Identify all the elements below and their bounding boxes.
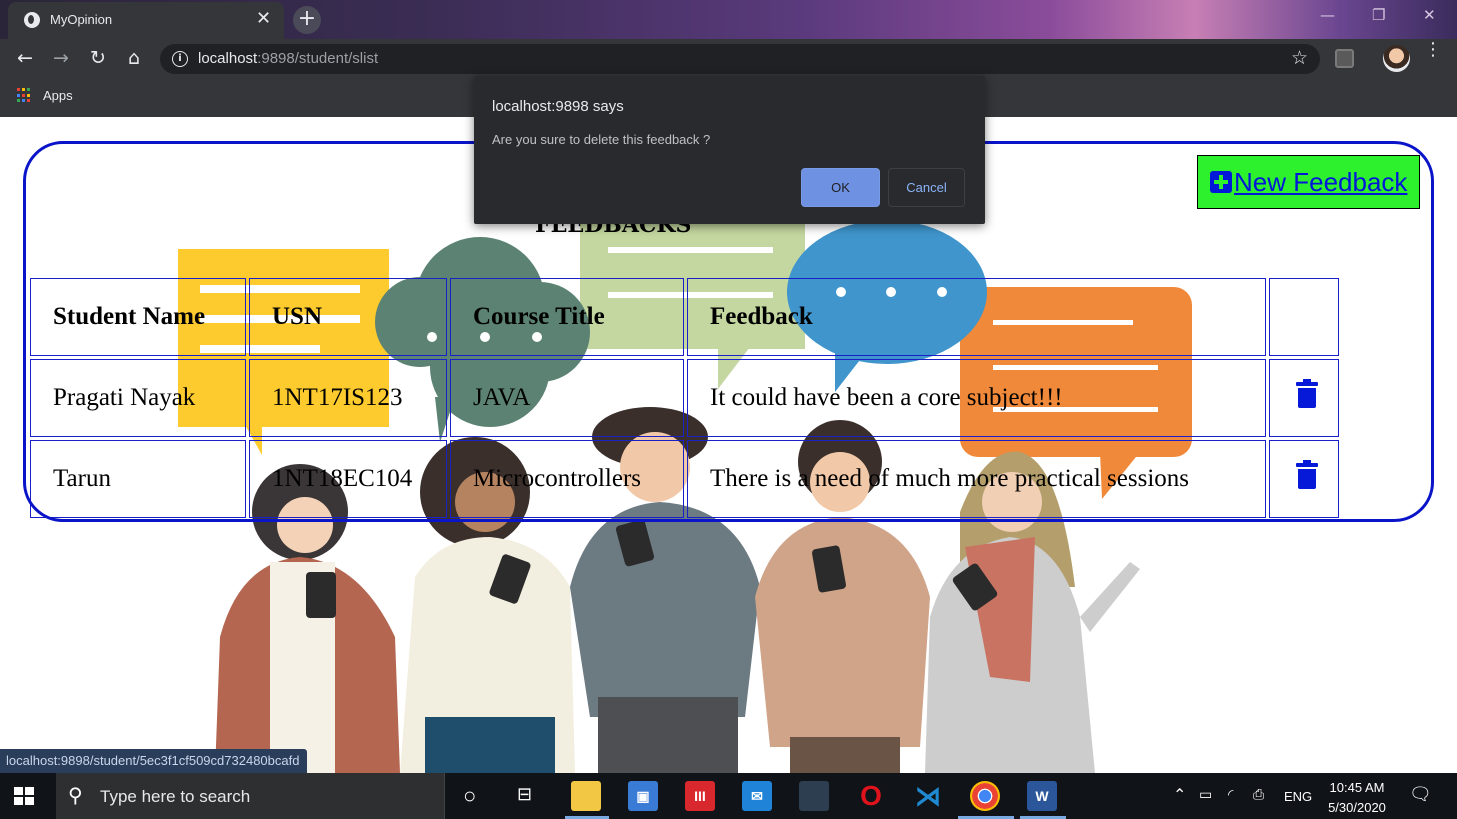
bookmark-star-icon[interactable]: ☆ bbox=[1291, 47, 1308, 69]
printer-icon[interactable]: ⎙ bbox=[1253, 786, 1264, 803]
column-header-student-name: Student Name bbox=[30, 278, 246, 356]
browser-toolbar: ← → ↻ ⌂ i localhost:9898/student/slist ☆… bbox=[0, 39, 1457, 79]
mail-icon[interactable]: ✉ bbox=[742, 781, 772, 811]
dialog-ok-button[interactable]: OK bbox=[801, 168, 880, 207]
file-explorer-icon[interactable] bbox=[571, 781, 601, 811]
cell-feedback: There is a need of much more practical s… bbox=[687, 440, 1266, 518]
forward-icon[interactable]: → bbox=[49, 47, 73, 69]
store-icon[interactable]: ▣ bbox=[628, 781, 658, 811]
app-red-icon[interactable]: III bbox=[685, 781, 715, 811]
cell-student-name: Tarun bbox=[30, 440, 246, 518]
address-bar[interactable]: i localhost:9898/student/slist ☆ bbox=[160, 44, 1320, 74]
apps-grid-icon[interactable] bbox=[17, 88, 32, 103]
table-row: Tarun 1NT18EC104 Microcontrollers There … bbox=[30, 440, 1339, 518]
restore-icon[interactable]: ❐ bbox=[1372, 6, 1385, 24]
window-close-icon[interactable]: ✕ bbox=[1423, 6, 1436, 24]
url-path: :9898/student/slist bbox=[257, 50, 379, 67]
new-feedback-button[interactable]: New Feedback bbox=[1197, 155, 1420, 209]
search-icon: ⚲ bbox=[68, 783, 83, 807]
globe-icon bbox=[24, 12, 40, 28]
minimize-icon[interactable]: — bbox=[1320, 6, 1335, 24]
plus-square-icon bbox=[1210, 171, 1232, 193]
windows-taskbar: ⚲ Type here to search ○ ⊟ ▣ III ✉ O ⋊ W … bbox=[0, 773, 1457, 819]
column-header-actions bbox=[1269, 278, 1339, 356]
feedback-table: Student Name USN Course Title Feedback P… bbox=[27, 275, 1342, 521]
address-url[interactable]: localhost:9898/student/slist bbox=[198, 50, 378, 67]
apps-bookmark[interactable]: Apps bbox=[43, 88, 73, 103]
url-host: localhost bbox=[198, 50, 258, 67]
cell-course-title: Microcontrollers bbox=[450, 440, 684, 518]
home-icon[interactable]: ⌂ bbox=[122, 47, 146, 69]
word-icon[interactable]: W bbox=[1027, 781, 1057, 811]
opera-icon[interactable]: O bbox=[856, 781, 886, 811]
browser-tab[interactable]: MyOpinion ✕ bbox=[8, 2, 284, 39]
status-bar-url: localhost:9898/student/5ec3f1cf509cd7324… bbox=[0, 749, 308, 773]
dialog-title: localhost:9898 says bbox=[492, 98, 624, 115]
taskbar-search-box[interactable]: ⚲ Type here to search bbox=[56, 773, 445, 819]
notifications-icon[interactable]: 🗨 bbox=[1409, 784, 1432, 805]
task-view-icon[interactable]: ⊟ bbox=[517, 784, 532, 805]
trash-icon[interactable] bbox=[1296, 378, 1318, 408]
reload-icon[interactable]: ↻ bbox=[86, 47, 110, 69]
wifi-icon[interactable]: ◜ bbox=[1228, 786, 1233, 803]
table-row: Pragati Nayak 1NT17IS123 JAVA It could h… bbox=[30, 359, 1339, 437]
cell-usn: 1NT17IS123 bbox=[249, 359, 447, 437]
browser-title-bar: MyOpinion ✕ + — ❐ ✕ bbox=[0, 0, 1457, 39]
column-header-usn: USN bbox=[249, 278, 447, 356]
cortana-icon[interactable]: ○ bbox=[463, 783, 476, 809]
cell-usn: 1NT18EC104 bbox=[249, 440, 447, 518]
language-indicator[interactable]: ENG bbox=[1284, 789, 1312, 804]
taskbar-clock[interactable]: 10:45 AM 5/30/2020 bbox=[1320, 778, 1394, 818]
new-feedback-label: New Feedback bbox=[1234, 166, 1408, 197]
table-header-row: Student Name USN Course Title Feedback bbox=[30, 278, 1339, 356]
dialog-cancel-button[interactable]: Cancel bbox=[888, 168, 965, 207]
back-icon[interactable]: ← bbox=[13, 47, 37, 69]
column-header-feedback: Feedback bbox=[687, 278, 1266, 356]
cell-feedback: It could have been a core subject!!! bbox=[687, 359, 1266, 437]
trash-icon[interactable] bbox=[1296, 459, 1318, 489]
clock-date: 5/30/2020 bbox=[1328, 800, 1386, 815]
cell-student-name: Pragati Nayak bbox=[30, 359, 246, 437]
tab-title: MyOpinion bbox=[50, 12, 113, 27]
search-placeholder: Type here to search bbox=[100, 787, 251, 806]
site-info-icon[interactable]: i bbox=[172, 51, 188, 67]
cell-course-title: JAVA bbox=[450, 359, 684, 437]
profile-avatar[interactable] bbox=[1383, 45, 1410, 72]
battery-icon[interactable]: ▭ bbox=[1199, 786, 1212, 803]
new-tab-button[interactable]: + bbox=[293, 6, 321, 34]
windows-start-icon[interactable] bbox=[14, 787, 34, 805]
tab-close-icon[interactable]: ✕ bbox=[256, 9, 271, 29]
confirm-dialog: localhost:9898 says Are you sure to dele… bbox=[474, 76, 985, 224]
vscode-icon[interactable]: ⋊ bbox=[913, 781, 943, 811]
chrome-icon[interactable] bbox=[970, 781, 1000, 811]
cell-actions bbox=[1269, 440, 1339, 518]
dialog-message: Are you sure to delete this feedback ? bbox=[492, 132, 711, 147]
clock-time: 10:45 AM bbox=[1329, 780, 1385, 795]
cell-actions bbox=[1269, 359, 1339, 437]
extension-icon[interactable] bbox=[1335, 49, 1354, 68]
menu-kebab-icon[interactable]: ⋮ bbox=[1424, 41, 1442, 59]
column-header-course-title: Course Title bbox=[450, 278, 684, 356]
show-hidden-icons-icon[interactable]: ⌃ bbox=[1173, 785, 1186, 805]
mysql-icon[interactable] bbox=[799, 781, 829, 811]
